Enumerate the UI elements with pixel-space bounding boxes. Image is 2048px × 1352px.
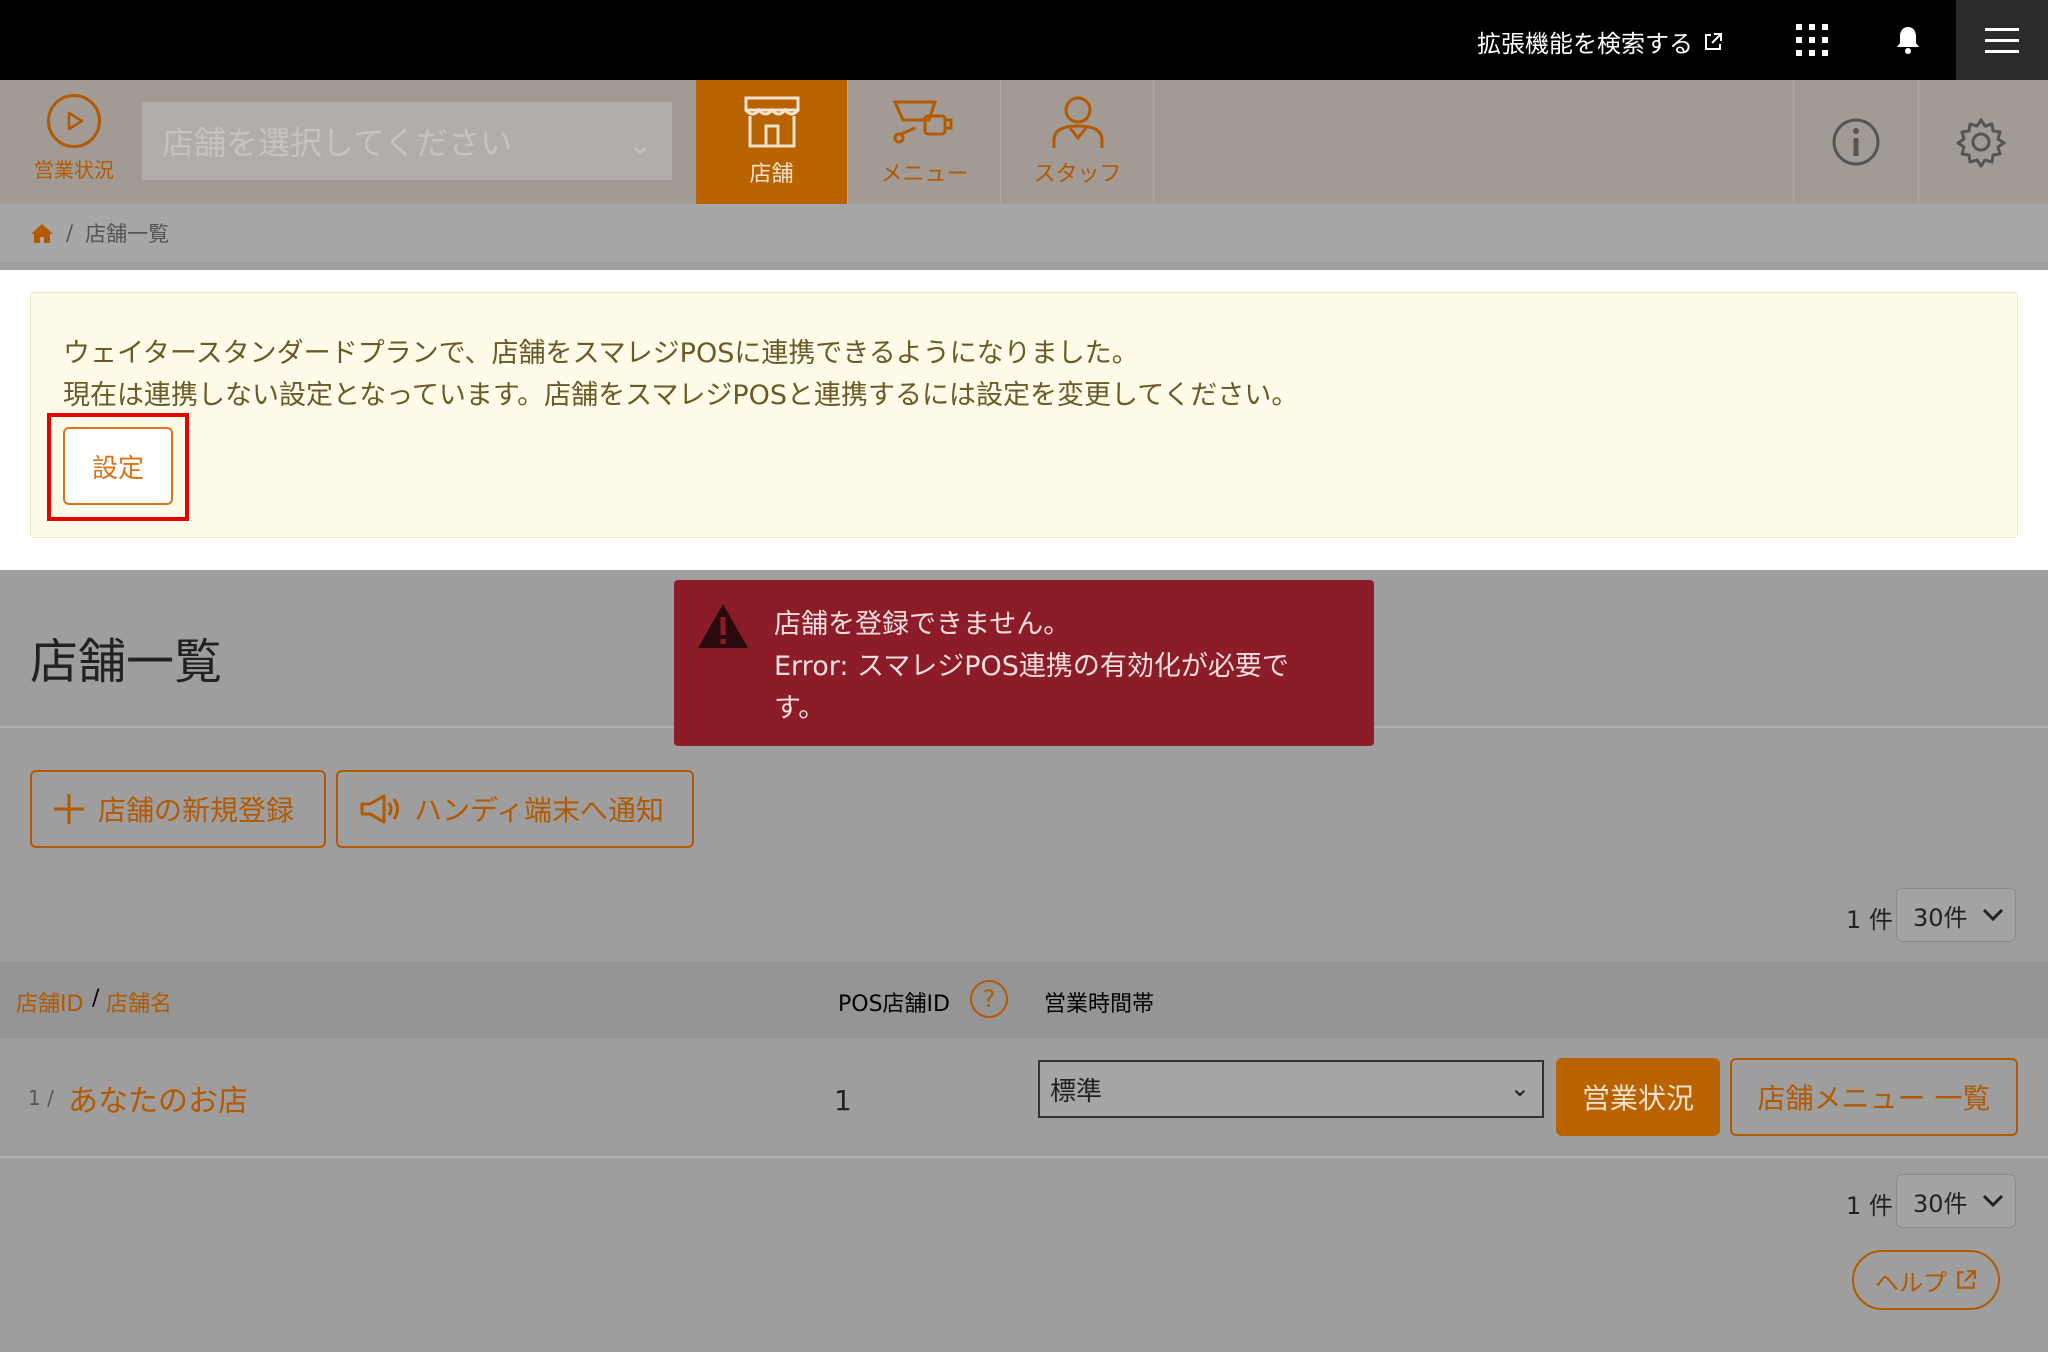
result-count-bottom: 1 件: [1846, 1192, 1893, 1220]
help-button[interactable]: ヘルプ: [1852, 1250, 2000, 1310]
notify-handy-label: ハンディ端末へ通知: [414, 794, 665, 827]
page-title: 店舗一覧: [30, 634, 223, 690]
business-status-button[interactable]: 営業状況: [24, 94, 124, 194]
per-page-value-bottom: 30件: [1913, 1189, 1968, 1218]
breadcrumb-current: 店舗一覧: [85, 222, 170, 246]
header-separator: /: [92, 986, 100, 1011]
help-question-icon[interactable]: ?: [970, 980, 1008, 1018]
menu-dish-icon: [892, 100, 952, 144]
gear-icon: [1956, 118, 2005, 168]
header-store-id[interactable]: 店舗ID: [16, 986, 83, 1018]
row-pos-id: 1: [834, 1084, 852, 1117]
nav-bar: 営業状況 店舗を選択してください ⌄ 店舗 メニュー スタッフ: [0, 80, 2048, 204]
alert-line-2: 現在は連携しない設定となっています。店舗をスマレジPOSと連携するには設定を変更…: [63, 380, 1299, 411]
store-icon: [744, 96, 799, 148]
header-pos-id: POS店舗ID: [838, 992, 950, 1017]
megaphone-icon: [360, 794, 399, 824]
breadcrumb: / 店舗一覧: [0, 204, 2048, 262]
error-message: 店舗を登録できません。 Error: スマレジPOS連携の有効化が必要です。: [774, 604, 1334, 730]
row-menu-list-button[interactable]: 店舗メニュー 一覧: [1730, 1058, 2018, 1136]
business-hours-value: 標準: [1050, 1076, 1103, 1107]
chevron-down-icon: [1982, 1194, 2003, 1208]
settings-button[interactable]: [1918, 80, 2042, 204]
store-select[interactable]: 店舗を選択してください ⌄: [142, 102, 672, 180]
new-store-button[interactable]: 店舗の新規登録: [30, 770, 326, 848]
breadcrumb-separator: /: [66, 221, 74, 245]
apps-grid-icon[interactable]: [1796, 24, 1828, 56]
extension-search-label: 拡張機能を検索する: [1477, 30, 1693, 58]
header-store-name[interactable]: 店舗名: [106, 986, 172, 1018]
per-page-select[interactable]: 30件: [1896, 888, 2016, 942]
table-row: 1 / あなたのお店 1 標準 ⌄ 営業状況 店舗メニュー 一覧: [0, 1038, 2048, 1158]
error-detail: Error: スマレジPOS連携の有効化が必要です。: [774, 651, 1289, 724]
hamburger-icon[interactable]: [1956, 0, 2048, 80]
staff-icon: [1052, 96, 1103, 148]
home-icon[interactable]: [30, 222, 54, 244]
external-link-icon: [1705, 32, 1722, 50]
error-title: 店舗を登録できません。: [774, 609, 1071, 640]
result-count: 1 件: [1846, 906, 1893, 934]
new-store-label: 店舗の新規登録: [98, 794, 295, 827]
store-select-placeholder: 店舗を選択してください: [162, 124, 513, 162]
business-hours-select[interactable]: 標準 ⌄: [1038, 1060, 1544, 1118]
settings-link-button[interactable]: 設定: [63, 427, 173, 505]
info-button[interactable]: [1793, 80, 1917, 204]
header-business-hours: 営業時間帯: [1044, 992, 1155, 1017]
help-label: ヘルプ: [1875, 1268, 1947, 1297]
business-status-label: 営業状況: [34, 158, 114, 182]
plus-icon: [54, 794, 84, 824]
alert-container: ウェイタースタンダードプランで、店舗をスマレジPOSに連携できるようになりました…: [0, 270, 2048, 570]
tab-store-label: 店舗: [749, 162, 794, 187]
info-icon: [1832, 118, 1879, 166]
bell-icon[interactable]: [1893, 24, 1923, 56]
row-store-name[interactable]: あなたのお店: [68, 1076, 248, 1120]
external-link-icon: [1957, 1270, 1976, 1289]
per-page-select-bottom[interactable]: 30件: [1896, 1174, 2016, 1228]
tab-store[interactable]: 店舗: [696, 80, 848, 204]
pos-link-alert: ウェイタースタンダードプランで、店舗をスマレジPOSに連携できるようになりました…: [30, 292, 2018, 538]
chevron-down-icon: [1982, 908, 2003, 922]
row-store-id: 1 /: [28, 1086, 54, 1110]
table-header: 店舗ID / 店舗名 POS店舗ID ? 営業時間帯: [0, 962, 2048, 1038]
chevron-down-icon: ⌄: [1509, 1074, 1530, 1102]
row-status-button[interactable]: 営業状況: [1556, 1058, 1720, 1136]
notify-handy-button[interactable]: ハンディ端末へ通知: [336, 770, 694, 848]
tab-staff[interactable]: スタッフ: [1002, 80, 1154, 204]
tab-menu[interactable]: メニュー: [849, 80, 1001, 204]
tab-menu-label: メニュー: [880, 162, 969, 187]
play-icon: [47, 94, 101, 148]
extension-search-link[interactable]: 拡張機能を検索する: [1477, 24, 1723, 59]
alert-line-1: ウェイタースタンダードプランで、店舗をスマレジPOSに連携できるようになりました…: [63, 338, 1139, 369]
top-bar: 拡張機能を検索する: [0, 0, 2048, 80]
per-page-value: 30件: [1913, 903, 1968, 932]
warning-icon: [698, 604, 748, 648]
tab-staff-label: スタッフ: [1033, 162, 1122, 187]
error-toast: 店舗を登録できません。 Error: スマレジPOS連携の有効化が必要です。: [674, 580, 1374, 746]
chevron-down-icon: ⌄: [628, 128, 652, 161]
